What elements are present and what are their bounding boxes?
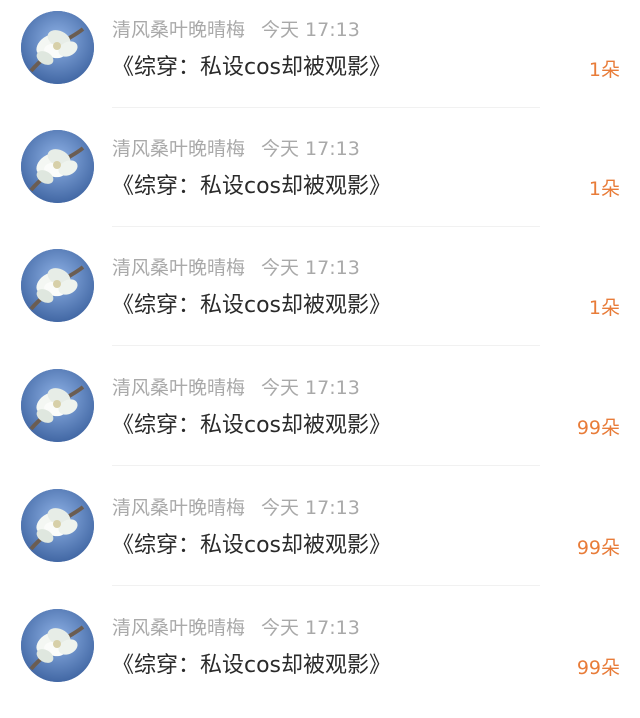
list-item[interactable]: 清风桑叶晚晴梅 今天 17:13 《综穿：私设cos却被观影》 99朵 <box>0 358 640 478</box>
book-title[interactable]: 《综穿：私设cos却被观影》 <box>112 172 391 202</box>
book-title[interactable]: 《综穿：私设cos却被观影》 <box>112 291 391 321</box>
row-divider <box>112 585 540 586</box>
message-meta: 清风桑叶晚晴梅 今天 17:13 <box>112 376 360 400</box>
user-name[interactable]: 清风桑叶晚晴梅 <box>112 19 245 41</box>
flower-count: 99朵 <box>576 537 620 559</box>
timestamp: 今天 17:13 <box>261 377 360 399</box>
user-name[interactable]: 清风桑叶晚晴梅 <box>112 257 245 279</box>
list-item[interactable]: 清风桑叶晚晴梅 今天 17:13 《综穿：私设cos却被观影》 1朵 <box>0 238 640 358</box>
row-divider <box>112 465 540 466</box>
flower-count: 99朵 <box>576 657 620 679</box>
list-item[interactable]: 清风桑叶晚晴梅 今天 17:13 《综穿：私设cos却被观影》 99朵 <box>0 478 640 598</box>
gift-record-list: 清风桑叶晚晴梅 今天 17:13 《综穿：私设cos却被观影》 1朵 清风桑叶晚… <box>0 0 640 718</box>
user-name[interactable]: 清风桑叶晚晴梅 <box>112 138 245 160</box>
row-divider <box>112 345 540 346</box>
user-name[interactable]: 清风桑叶晚晴梅 <box>112 377 245 399</box>
timestamp: 今天 17:13 <box>261 617 360 639</box>
user-name[interactable]: 清风桑叶晚晴梅 <box>112 617 245 639</box>
avatar[interactable] <box>21 11 94 84</box>
avatar[interactable] <box>21 249 94 322</box>
flower-count: 99朵 <box>576 417 620 439</box>
timestamp: 今天 17:13 <box>261 19 360 41</box>
avatar[interactable] <box>21 130 94 203</box>
timestamp: 今天 17:13 <box>261 497 360 519</box>
book-title[interactable]: 《综穿：私设cos却被观影》 <box>112 53 391 83</box>
avatar[interactable] <box>21 609 94 682</box>
timestamp: 今天 17:13 <box>261 257 360 279</box>
flower-count: 1朵 <box>588 178 620 200</box>
book-title[interactable]: 《综穿：私设cos却被观影》 <box>112 651 391 681</box>
message-meta: 清风桑叶晚晴梅 今天 17:13 <box>112 137 360 161</box>
book-title[interactable]: 《综穿：私设cos却被观影》 <box>112 531 391 561</box>
avatar[interactable] <box>21 369 94 442</box>
avatar[interactable] <box>21 489 94 562</box>
flower-count: 1朵 <box>588 59 620 81</box>
message-meta: 清风桑叶晚晴梅 今天 17:13 <box>112 616 360 640</box>
row-divider <box>112 226 540 227</box>
list-item[interactable]: 清风桑叶晚晴梅 今天 17:13 《综穿：私设cos却被观影》 1朵 <box>0 119 640 239</box>
message-meta: 清风桑叶晚晴梅 今天 17:13 <box>112 256 360 280</box>
message-meta: 清风桑叶晚晴梅 今天 17:13 <box>112 18 360 42</box>
flower-count: 1朵 <box>588 297 620 319</box>
message-meta: 清风桑叶晚晴梅 今天 17:13 <box>112 496 360 520</box>
list-item[interactable]: 清风桑叶晚晴梅 今天 17:13 《综穿：私设cos却被观影》 1朵 <box>0 0 640 120</box>
user-name[interactable]: 清风桑叶晚晴梅 <box>112 497 245 519</box>
list-item[interactable]: 清风桑叶晚晴梅 今天 17:13 《综穿：私设cos却被观影》 99朵 <box>0 598 640 718</box>
timestamp: 今天 17:13 <box>261 138 360 160</box>
row-divider <box>112 107 540 108</box>
book-title[interactable]: 《综穿：私设cos却被观影》 <box>112 411 391 441</box>
